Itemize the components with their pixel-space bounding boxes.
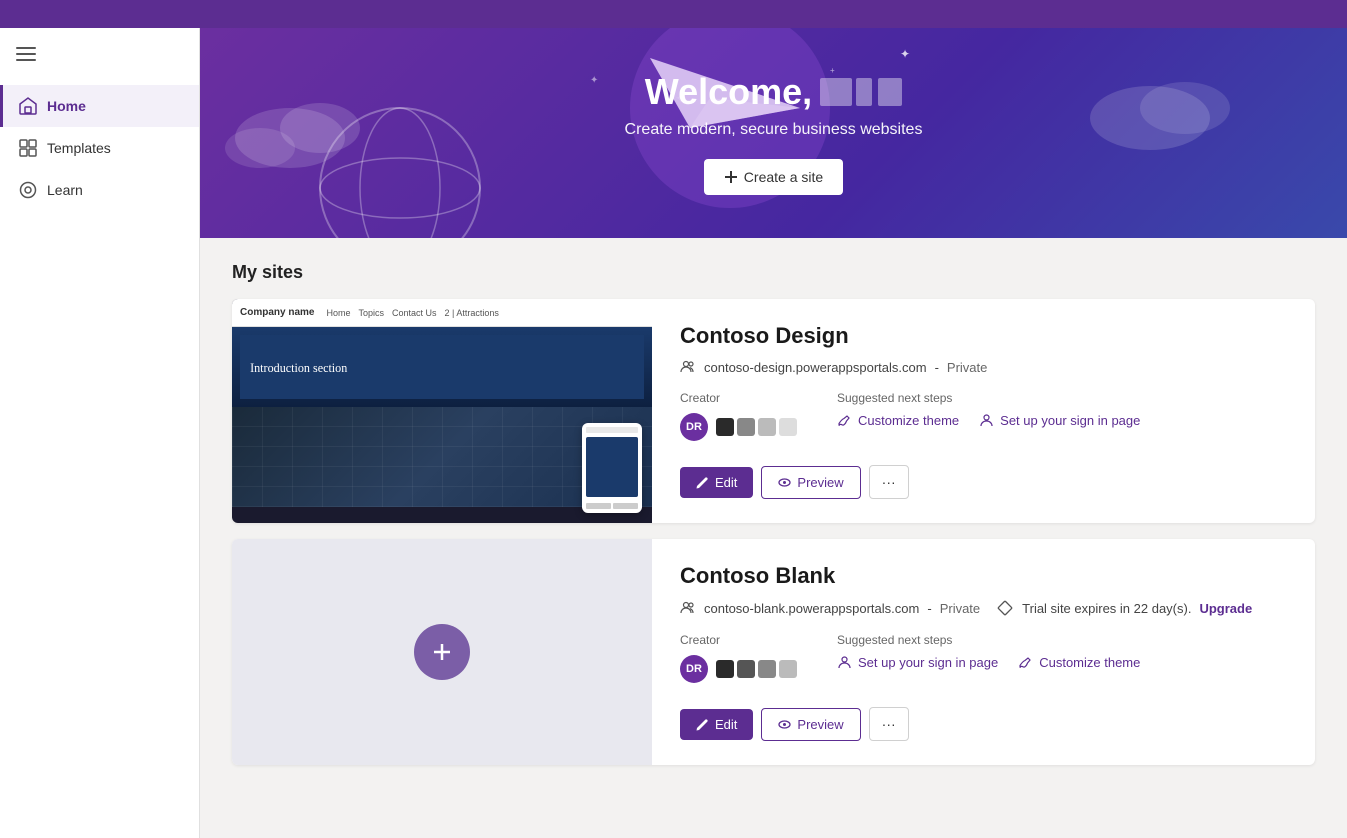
- suggested-label-design: Suggested next steps: [837, 391, 1140, 405]
- creator-content-blank: DR: [680, 655, 797, 683]
- sidebar-item-learn[interactable]: Learn: [0, 169, 199, 211]
- sidebar-learn-label: Learn: [47, 182, 83, 198]
- customize-theme-link-2[interactable]: Customize theme: [1018, 655, 1140, 670]
- sidebar-nav: Home Templates Learn: [0, 85, 199, 211]
- blank-site-thumbnail: [232, 539, 652, 765]
- site-thumbnail-blank: [232, 539, 652, 765]
- sidebar-item-templates[interactable]: Templates: [0, 127, 199, 169]
- theme-dot-b3: [758, 660, 776, 678]
- brush-icon: [837, 413, 852, 428]
- add-page-button[interactable]: [414, 624, 470, 680]
- sidebar-item-home[interactable]: Home: [0, 85, 199, 127]
- customize-theme-link[interactable]: Customize theme: [837, 413, 959, 428]
- mockup-logo: Company name: [240, 307, 314, 318]
- site-privacy-design: Private: [947, 360, 987, 375]
- theme-dot-4: [779, 418, 797, 436]
- svg-text:✦: ✦: [900, 47, 910, 61]
- create-site-btn-label: Create a site: [744, 169, 823, 185]
- more-button-blank[interactable]: ···: [869, 707, 909, 741]
- theme-dots-blank: [716, 660, 797, 678]
- site-url-blank: contoso-blank.powerappsportals.com: [704, 601, 919, 616]
- hero-content: Welcome, Create modern, secure business …: [625, 71, 923, 195]
- preview-button-design[interactable]: Preview: [761, 466, 860, 499]
- site-name-design: Contoso Design: [680, 323, 1287, 349]
- theme-dot-1: [716, 418, 734, 436]
- preview-button-blank[interactable]: Preview: [761, 708, 860, 741]
- people-icon-blank: [680, 600, 696, 616]
- creator-avatar-blank: DR: [680, 655, 708, 683]
- hero-username-placeholder: [820, 78, 902, 106]
- more-button-design[interactable]: ···: [869, 465, 909, 499]
- site-thumbnail-design: Company name Home Topics Contact Us 2 | …: [232, 299, 652, 523]
- site-card-contoso-blank: Contoso Blank contoso-blank.powerappspor…: [232, 539, 1315, 765]
- content-area: My sites Company name Home Topics Contac…: [200, 238, 1347, 805]
- theme-dot-b1: [716, 660, 734, 678]
- site-url-row-blank: contoso-blank.powerappsportals.com - Pri…: [680, 599, 1287, 617]
- site-meta-row-blank: Creator DR: [680, 633, 1287, 683]
- trial-text: Trial site expires in 22 day(s).: [1022, 601, 1191, 616]
- sidebar-templates-label: Templates: [47, 140, 111, 156]
- theme-dot-b4: [779, 660, 797, 678]
- creator-label-blank: Creator: [680, 633, 797, 647]
- theme-dot-3: [758, 418, 776, 436]
- theme-dots-design: [716, 418, 797, 436]
- site-name-blank: Contoso Blank: [680, 563, 1287, 589]
- preview-icon: [778, 476, 791, 489]
- site-privacy-blank: Private: [940, 601, 980, 616]
- mockup-phone: [582, 423, 642, 513]
- upgrade-link[interactable]: Upgrade: [1199, 601, 1252, 616]
- brush-icon-2: [1018, 655, 1033, 670]
- edit-button-design[interactable]: Edit: [680, 467, 753, 498]
- top-bar: [0, 0, 1347, 28]
- site-meta-row-design: Creator DR: [680, 391, 1287, 441]
- preview-icon-2: [778, 718, 791, 731]
- sidebar-home-label: Home: [47, 98, 86, 114]
- mockup-nav-links: Home Topics Contact Us 2 | Attractions: [326, 308, 498, 318]
- creator-group-design: Creator DR: [680, 391, 797, 441]
- setup-signin-link[interactable]: Set up your sign in page: [979, 413, 1140, 428]
- theme-dot-2: [737, 418, 755, 436]
- site-card-contoso-design: Company name Home Topics Contact Us 2 | …: [232, 299, 1315, 523]
- setup-signin-link-2[interactable]: Set up your sign in page: [837, 655, 998, 670]
- site-actions-design: Edit Preview ···: [680, 465, 1287, 499]
- edit-icon-2: [696, 718, 709, 731]
- site-url-row-design: contoso-design.powerappsportals.com - Pr…: [680, 359, 1287, 375]
- people-icon: [680, 359, 696, 375]
- site-actions-blank: Edit Preview ···: [680, 707, 1287, 741]
- person-icon: [979, 413, 994, 428]
- steps-group-design: Suggested next steps Customize theme: [837, 391, 1140, 441]
- my-sites-title: My sites: [232, 262, 1315, 283]
- mockup-nav: Company name Home Topics Contact Us 2 | …: [232, 299, 652, 327]
- diamond-icon: [996, 599, 1014, 617]
- trial-notice: Trial site expires in 22 day(s). Upgrade: [996, 599, 1252, 617]
- site-info-design: Contoso Design contoso-design.powerappsp…: [652, 299, 1315, 523]
- theme-dot-b2: [737, 660, 755, 678]
- hamburger-menu[interactable]: [0, 28, 199, 85]
- main-content: ✦ ✦ + ✦ Welcome, Cr: [200, 28, 1347, 838]
- hero-subtitle: Create modern, secure business websites: [625, 121, 923, 139]
- create-site-button[interactable]: Create a site: [704, 159, 843, 195]
- creator-avatar-design: DR: [680, 413, 708, 441]
- svg-text:✦: ✦: [590, 75, 598, 86]
- site-info-blank: Contoso Blank contoso-blank.powerappspor…: [652, 539, 1315, 765]
- sidebar: Home Templates Learn: [0, 28, 200, 838]
- suggested-label-blank: Suggested next steps: [837, 633, 1140, 647]
- site-url-design: contoso-design.powerappsportals.com: [704, 360, 927, 375]
- edit-button-blank[interactable]: Edit: [680, 709, 753, 740]
- steps-group-blank: Suggested next steps Set up your sign in…: [837, 633, 1140, 683]
- hero-banner: ✦ ✦ + ✦ Welcome, Cr: [200, 28, 1347, 238]
- creator-label-design: Creator: [680, 391, 797, 405]
- person-icon-2: [837, 655, 852, 670]
- creator-content-design: DR: [680, 413, 797, 441]
- mockup-hero-image: [232, 327, 652, 407]
- creator-group-blank: Creator DR: [680, 633, 797, 683]
- edit-icon: [696, 476, 709, 489]
- next-steps-blank: Set up your sign in page Customize theme: [837, 655, 1140, 670]
- hero-title: Welcome,: [625, 71, 923, 113]
- next-steps-design: Customize theme Set up your sign in page: [837, 413, 1140, 428]
